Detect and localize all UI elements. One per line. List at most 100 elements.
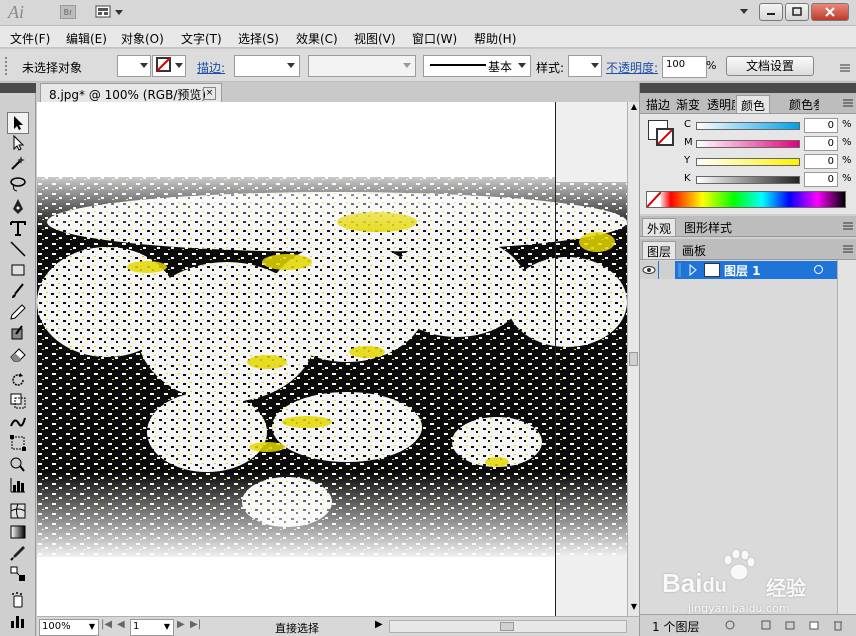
- horizontal-scrollbar[interactable]: [389, 620, 627, 633]
- line-segment-tool-icon[interactable]: [8, 239, 28, 259]
- mesh-tool-icon[interactable]: [8, 501, 28, 521]
- close-document-icon[interactable]: ×: [203, 87, 216, 100]
- bridge-button[interactable]: Br: [60, 5, 76, 19]
- control-panel-menu-icon[interactable]: [840, 61, 850, 72]
- menu-view[interactable]: 视图(V): [354, 30, 396, 47]
- menu-effect[interactable]: 效果(C): [296, 30, 338, 47]
- blob-brush-tool-icon[interactable]: [8, 323, 28, 343]
- expand-triangle-icon[interactable]: [688, 263, 698, 277]
- new-sublayer-icon[interactable]: [784, 619, 796, 631]
- menu-select[interactable]: 选择(S): [238, 30, 279, 47]
- yellow-slider[interactable]: [696, 158, 800, 166]
- stroke-weight-field[interactable]: [234, 55, 300, 77]
- zoom-field[interactable]: 100% ▼: [39, 619, 99, 636]
- menu-window[interactable]: 窗口(W): [412, 30, 457, 47]
- yellow-value[interactable]: 0: [804, 154, 838, 169]
- dock-header[interactable]: [640, 83, 856, 93]
- tab-gradient[interactable]: 渐变: [672, 95, 704, 113]
- menu-object[interactable]: 对象(O): [121, 30, 164, 47]
- graph-tool-icon[interactable]: [8, 611, 28, 631]
- variable-width-field[interactable]: [308, 55, 416, 77]
- close-button[interactable]: [811, 3, 849, 21]
- stroke-label[interactable]: 描边:: [197, 59, 225, 76]
- target-icon[interactable]: [814, 265, 823, 274]
- tools-panel-header[interactable]: [0, 83, 36, 93]
- cyan-slider[interactable]: [696, 122, 800, 130]
- tab-color[interactable]: 颜色: [736, 95, 771, 113]
- tab-appearance[interactable]: 外观: [642, 218, 677, 236]
- arrange-documents-button[interactable]: [95, 4, 125, 20]
- scroll-thumb[interactable]: [629, 352, 638, 366]
- rotate-tool-icon[interactable]: [8, 370, 28, 390]
- layer-name[interactable]: 图层 1: [724, 262, 761, 279]
- previous-artboard-icon[interactable]: ◀: [117, 619, 125, 630]
- warp-tool-icon[interactable]: [8, 412, 28, 432]
- h-scroll-thumb[interactable]: [500, 622, 514, 631]
- first-artboard-icon[interactable]: |◀: [101, 619, 112, 630]
- artboard-field[interactable]: 1 ▼: [130, 619, 174, 636]
- layer-row[interactable]: 图层 1: [640, 261, 837, 279]
- free-transform-tool-icon[interactable]: [8, 433, 28, 453]
- none-color-icon[interactable]: [647, 192, 661, 207]
- magenta-slider[interactable]: [696, 140, 800, 148]
- scroll-down-icon[interactable]: ▼: [629, 602, 639, 614]
- pen-tool-icon[interactable]: [8, 197, 28, 217]
- tab-layers[interactable]: 图层: [642, 241, 677, 259]
- last-artboard-icon[interactable]: ▶|: [190, 619, 201, 630]
- black-value[interactable]: 0: [804, 172, 838, 187]
- opacity-field[interactable]: 100: [662, 56, 707, 78]
- menu-file[interactable]: 文件(F): [10, 30, 50, 47]
- delete-layer-icon[interactable]: [832, 619, 844, 631]
- panel-menu-icon[interactable]: [843, 222, 853, 230]
- type-tool-icon[interactable]: [8, 218, 28, 238]
- stroke-swatch[interactable]: [152, 55, 186, 77]
- fill-swatch[interactable]: [117, 55, 151, 77]
- document-tab[interactable]: 8.jpg* @ 100% (RGB/预览) ×: [40, 83, 222, 102]
- next-artboard-icon[interactable]: ▶: [177, 619, 185, 630]
- menu-edit[interactable]: 编辑(E): [66, 30, 107, 47]
- opacity-label[interactable]: 不透明度:: [606, 59, 658, 76]
- menu-type[interactable]: 文字(T): [181, 30, 222, 47]
- eraser-tool-icon[interactable]: [8, 344, 28, 364]
- black-slider[interactable]: [696, 176, 800, 184]
- workspace-dropdown-icon[interactable]: [738, 6, 750, 16]
- color-spectrum-bar[interactable]: [646, 191, 846, 208]
- tab-stroke[interactable]: 描边: [642, 95, 674, 113]
- status-menu-icon[interactable]: ▶: [375, 619, 383, 630]
- new-layer-icon[interactable]: [808, 619, 820, 631]
- locate-object-icon[interactable]: [724, 619, 736, 631]
- lock-cell[interactable]: [659, 261, 675, 279]
- tab-graphic-styles[interactable]: 图形样式: [680, 218, 736, 236]
- tab-artboards[interactable]: 画板: [678, 241, 710, 259]
- gradient-tool-icon[interactable]: [8, 522, 28, 542]
- selection-tool-icon[interactable]: [7, 112, 29, 134]
- lasso-tool-icon[interactable]: [8, 174, 28, 194]
- pencil-tool-icon[interactable]: [8, 302, 28, 322]
- scroll-up-icon[interactable]: ▲: [629, 102, 639, 114]
- stroke-color-swatch[interactable]: [656, 128, 674, 146]
- column-graph-tool-icon[interactable]: [8, 475, 28, 495]
- magenta-value[interactable]: 0: [804, 136, 838, 151]
- vertical-scrollbar[interactable]: ▲ ▼: [627, 102, 639, 616]
- tab-color-guide[interactable]: 颜色参考: [785, 95, 819, 113]
- tab-transparency[interactable]: 透明度: [703, 95, 735, 113]
- paintbrush-tool-icon[interactable]: [8, 281, 28, 301]
- visibility-cell[interactable]: [640, 261, 658, 279]
- document-setup-button[interactable]: 文档设置: [726, 56, 814, 76]
- rectangle-tool-icon[interactable]: [8, 260, 28, 280]
- menu-help[interactable]: 帮助(H): [474, 30, 516, 47]
- brush-profile-field[interactable]: 基本: [423, 55, 531, 77]
- document-canvas[interactable]: [37, 102, 627, 616]
- graphic-style-swatch[interactable]: [568, 55, 602, 77]
- shape-builder-tool-icon[interactable]: [8, 454, 28, 474]
- magic-wand-tool-icon[interactable]: [8, 153, 28, 173]
- clipping-mask-icon[interactable]: [760, 619, 772, 631]
- panel-menu-icon[interactable]: [843, 99, 853, 107]
- scale-tool-icon[interactable]: [8, 391, 28, 411]
- blend-tool-icon[interactable]: [8, 564, 28, 584]
- panel-menu-icon[interactable]: [843, 245, 853, 253]
- eyedropper-tool-icon[interactable]: [8, 543, 28, 563]
- cyan-value[interactable]: 0: [804, 118, 838, 133]
- minimize-button[interactable]: [759, 3, 783, 21]
- maximize-button[interactable]: [785, 3, 809, 21]
